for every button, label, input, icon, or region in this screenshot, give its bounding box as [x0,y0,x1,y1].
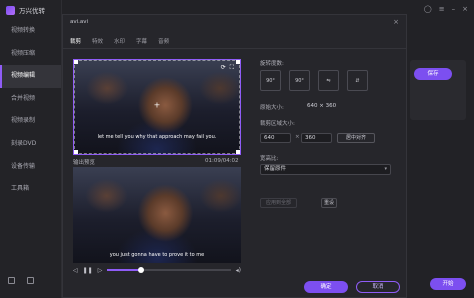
tab-divider [63,48,406,49]
edit-dialog: avi.avi × 裁剪 特效 水印 字幕 音频 ⟳ ⛶ + let me te… [62,14,407,298]
sidebar-footer [8,277,34,284]
crop-height-input[interactable] [301,133,332,143]
crop-size-label: 裁剪区域大小: [260,121,295,127]
reset-button[interactable]: 重设 [321,198,337,208]
next-frame-icon[interactable]: ▷ [98,267,103,274]
playback-time: 01:09/04:02 [205,158,239,164]
rotate-left-button[interactable]: 90° [260,70,281,91]
sidebar-item-burn-dvd[interactable]: 刻录DVD [0,133,61,156]
app-logo: 万兴优转 [6,5,45,15]
sidebar-item-compress[interactable]: 视频压缩 [0,43,61,66]
flip-horizontal-button[interactable]: ⇋ [318,70,339,91]
crop-move-icon[interactable]: + [154,101,161,110]
crop-handle-tr[interactable] [236,60,240,64]
previous-frame-icon[interactable]: ◁ [73,267,78,274]
sidebar-item-toolbox[interactable]: 工具箱 [0,178,61,201]
account-icon[interactable]: ◯ [424,5,432,13]
crop-handle-bl[interactable] [74,150,78,154]
dialog-file-name: avi.avi [70,19,89,25]
output-preview-subtitle: you just gonna have to prove it to me [109,252,205,258]
crop-times-sign: × [295,134,300,140]
flip-vertical-button[interactable]: ⇵ [347,70,368,91]
progress-fill [107,269,141,271]
output-preview: you just gonna have to prove it to me [73,167,241,263]
chevron-down-icon: ▾ [384,166,387,172]
background-save-button[interactable]: 保存 [414,68,452,80]
aspect-ratio-select[interactable]: 保留原件 ▾ [260,164,391,175]
rotate-right-button[interactable]: 90° [289,70,310,91]
crop-preview[interactable]: ⟳ ⛶ + let me tell you why that approach … [73,59,241,155]
original-size-label: 原始大小: [260,105,284,111]
start-button[interactable]: 开始 [430,278,466,290]
dialog-header: avi.avi × [63,15,406,29]
book-icon[interactable] [8,277,15,284]
center-align-button[interactable]: 居中对齐 [337,133,375,143]
close-icon[interactable]: × [462,5,468,13]
output-video-frame [73,167,241,263]
aspect-ratio-value: 保留原件 [264,166,287,172]
crop-handle-br[interactable] [236,150,240,154]
app-title: 万兴优转 [19,7,45,15]
progress-slider[interactable] [107,267,231,273]
apply-to-all-button[interactable]: 应用到全部 [260,198,297,208]
sidebar-item-edit[interactable]: 视频编辑 [0,65,61,88]
sidebar-item-transfer[interactable]: 设备传输 [0,156,61,179]
sidebar-nav: 视频转换 视频压缩 视频编辑 合并视频 视频录制 刻录DVD 设备传输 工具箱 [0,20,61,201]
crop-preview-subtitle: let me tell you why that approach may fa… [97,134,217,140]
crop-width-input[interactable] [260,133,291,143]
aspect-ratio-label: 宽高比: [260,156,279,162]
sidebar-item-convert[interactable]: 视频转换 [0,20,61,43]
pause-icon[interactable]: ❚❚ [83,267,93,274]
playback-controls: ◁ ❚❚ ▷ ◂) [73,265,241,275]
sidebar-item-merge[interactable]: 合并视频 [0,88,61,111]
minimize-icon[interactable]: – [452,5,456,13]
dialog-close-icon[interactable]: × [393,18,399,26]
original-size-value: 640 × 360 [307,103,337,109]
logo-icon [6,5,15,15]
volume-icon[interactable]: ◂) [236,267,241,274]
progress-thumb[interactable] [137,267,144,273]
menu-icon[interactable]: ≡ [439,5,445,13]
rotation-buttons: 90° 90° ⇋ ⇵ [260,70,368,91]
user-icon[interactable] [27,277,34,284]
crop-handle-tl[interactable] [74,60,78,64]
cancel-button[interactable]: 取消 [356,281,400,293]
sidebar-item-record[interactable]: 视频录制 [0,110,61,133]
rotation-label: 旋转度数: [260,61,284,67]
app-sidebar: 万兴优转 视频转换 视频压缩 视频编辑 合并视频 视频录制 刻录DVD 设备传输… [0,0,62,298]
output-preview-label: 输出预览 [73,160,96,166]
window-controls: ◯ ≡ – × [424,5,468,13]
ok-button[interactable]: 确定 [304,281,348,293]
